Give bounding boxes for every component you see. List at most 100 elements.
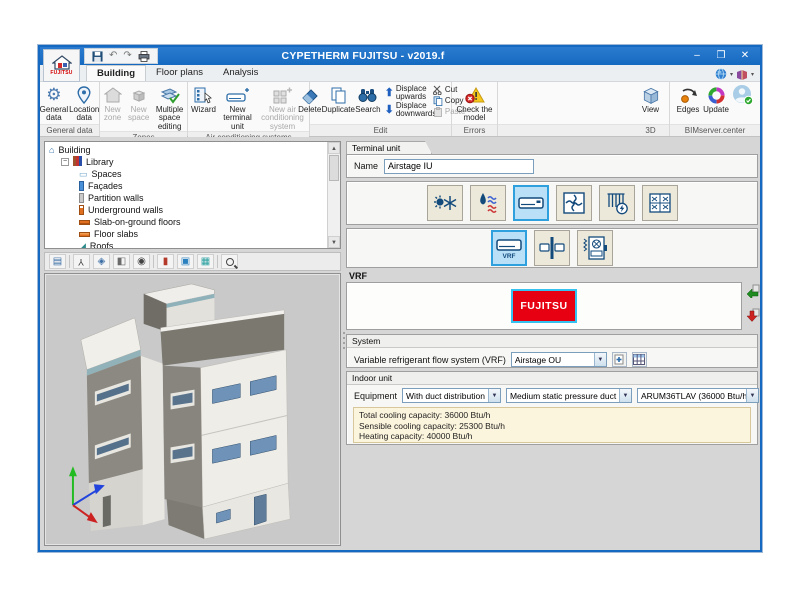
app-menu-button[interactable]: FUJITSU [43,49,80,82]
new-space-button: New space [126,83,151,123]
ribbon-spacer [498,82,632,136]
language-dropdown-caret-icon[interactable]: ▾ [730,71,733,78]
tree-item-roofs[interactable]: ◢ Roofs [49,240,327,248]
ribbon-group-zones: New zone New space Multiple space editin… [100,82,188,136]
model-dropdown[interactable]: ARUM36TLAV (36000 Btu/h) ▼ [637,388,759,403]
export-library-button[interactable] [746,308,760,322]
search-button[interactable]: Search [355,83,380,114]
tab-building[interactable]: Building [86,65,146,81]
electric-radiator-button[interactable] [599,185,635,221]
location-data-button[interactable]: Location data [69,83,99,123]
check-the-model-button[interactable]: Check the model [455,83,495,123]
wall-split-unit-button[interactable] [534,230,570,266]
copy-pages-icon [433,96,443,106]
outdoor-packaged-unit-button[interactable] [577,230,613,266]
panel-splitter[interactable] [342,332,345,354]
scroll-up-icon[interactable]: ▲ [328,142,340,154]
furniture-view-icon[interactable]: ▦ [197,254,214,269]
vrf-system-value: Airstage OU [512,355,594,365]
collapse-minus-icon[interactable]: − [61,158,69,166]
gear-icon: ⚙ [46,84,61,106]
hydronic-unit-button[interactable] [470,185,506,221]
maximize-button[interactable]: ❒ [710,49,732,63]
model-3d-viewport[interactable] [44,273,341,546]
add-system-button[interactable] [612,352,627,367]
edges-icon [678,84,698,106]
save-icon[interactable] [92,51,103,62]
vrf-wall-unit-button-selected[interactable]: VRF [491,230,527,266]
axes-icon[interactable]: Y [73,254,90,269]
minimize-button[interactable]: – [686,49,708,63]
tree-item-building[interactable]: ⌂ Building [49,144,327,156]
tree-item-floor-slabs[interactable]: Floor slabs [49,228,327,240]
language-globe-icon[interactable] [715,68,727,80]
tab-analysis[interactable]: Analysis [213,65,268,81]
ribbon-group-ac-systems: Wizard New terminal unit New air conditi… [188,82,310,136]
capacity-info-box: Total cooling capacity: 36000 Btu/h Sens… [353,407,751,443]
bim-user-avatar[interactable] [731,83,755,106]
textures-icon[interactable]: ◧ [113,254,130,269]
tree-scrollbar[interactable]: ▲ ▼ [327,142,340,248]
help-dropdown-caret-icon[interactable]: ▾ [751,71,754,78]
tree-item-spaces[interactable]: ▭ Spaces [49,168,327,180]
tree-item-partition-walls[interactable]: Partition walls [49,192,327,204]
windows-view-icon[interactable]: ▣ [177,254,194,269]
tree-item-facades[interactable]: Façades [49,180,327,192]
new-terminal-unit-button[interactable]: New terminal unit [219,83,257,131]
fan-icon [561,190,587,216]
doors-view-icon[interactable]: ▮ [157,254,174,269]
multiple-space-editing-button[interactable]: Multiple space editing [152,83,187,131]
close-button[interactable]: ✕ [734,49,756,63]
total-cooling-capacity: Total cooling capacity: 36000 Btu/h [359,410,745,421]
view-3d-button[interactable]: View [636,83,666,114]
dropdown-arrow-icon[interactable]: ▼ [594,353,606,366]
scroll-down-icon[interactable]: ▼ [328,236,340,248]
scissors-icon [433,85,443,95]
zoom-icon[interactable] [221,254,238,269]
visibility-eye-icon[interactable]: ◉ [133,254,150,269]
radiator-electric-icon [604,190,630,216]
dropdown-arrow-icon[interactable]: ▼ [746,389,758,402]
scroll-thumb[interactable] [329,155,339,181]
print-icon[interactable] [138,51,150,62]
tab-floor-plans[interactable]: Floor plans [146,65,213,81]
group-label-3d: 3D [632,124,669,136]
arrow-up-icon: ⬆ [385,88,394,99]
displace-downwards-button[interactable]: ⬇ Displace downwards [385,102,432,118]
wall-unit-button-selected[interactable] [513,185,549,221]
duplicate-button[interactable]: Duplicate [322,83,354,114]
distribution-dropdown[interactable]: With duct distribution ▼ [402,388,501,403]
fujitsu-brand-button[interactable]: FUJITSU [511,289,577,323]
wizard-icon [194,84,213,106]
edges-button[interactable]: Edges [675,83,701,114]
tree-item-library[interactable]: − Library [49,156,327,168]
cassette-fan-unit-button[interactable] [556,185,592,221]
heating-cooling-unit-button[interactable] [427,185,463,221]
name-input[interactable] [384,159,534,174]
warning-error-icon [465,84,485,106]
import-library-button[interactable] [746,284,760,298]
duplicate-pages-icon [330,84,347,106]
update-icon [707,84,726,106]
dropdown-arrow-icon[interactable]: ▼ [619,389,631,402]
app-logo-text: FUJITSU [50,70,72,76]
layers-icon[interactable]: ▤ [49,254,66,269]
tree-item-underground-walls[interactable]: Underground walls [49,204,327,216]
vrf-system-dropdown[interactable]: Airstage OU ▼ [511,352,607,367]
delete-button[interactable]: Delete [298,83,321,114]
wizard-button[interactable]: Wizard [190,83,218,114]
tree-item-slab-on-ground-floors[interactable]: Slab-on-ground floors [49,216,327,228]
displace-upwards-button[interactable]: ⬆ Displace upwards [385,85,432,101]
arrow-down-icon: ⬇ [385,105,394,116]
pressure-dropdown[interactable]: Medium static pressure duct ▼ [506,388,632,403]
ducted-unit-button[interactable] [642,185,678,221]
update-button[interactable]: Update [702,83,730,114]
general-data-button[interactable]: ⚙ General data [40,83,68,123]
help-book-icon[interactable] [736,69,748,80]
dropdown-arrow-icon[interactable]: ▼ [488,389,500,402]
screenshot: { "window": { "title": "CYPETHERM FUJITS… [0,0,800,600]
ribbon-group-errors: Check the model Errors [452,82,498,136]
shield-icon[interactable]: ◈ [93,254,110,269]
system-table-button[interactable] [632,352,647,367]
underground-walls-icon [79,205,84,215]
